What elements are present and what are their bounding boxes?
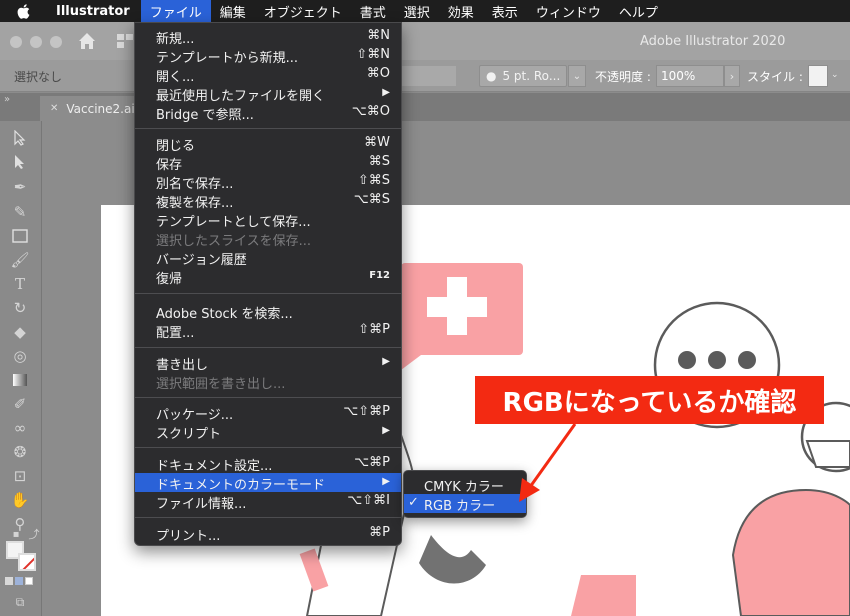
annotation-arrow [519, 423, 577, 502]
